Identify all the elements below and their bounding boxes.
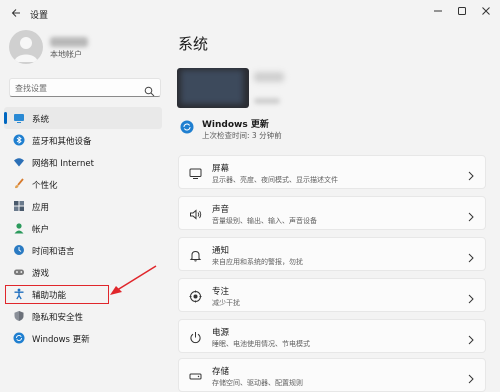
sidebar-item-privacy[interactable]: 隐私和安全性 xyxy=(4,305,162,327)
storage-icon xyxy=(188,369,202,383)
sidebar-item-label: 应用 xyxy=(32,203,50,213)
focus-icon xyxy=(188,289,202,303)
search-icon xyxy=(144,82,155,97)
card-title: 电源 xyxy=(212,328,230,338)
card-title: 存储 xyxy=(212,367,230,377)
update-icon xyxy=(13,332,25,344)
account-type: 本地帐户 xyxy=(50,50,82,59)
maximize-button[interactable] xyxy=(452,3,472,19)
sidebar-item-network[interactable]: 网络和 Internet xyxy=(4,151,162,173)
bluetooth-icon xyxy=(13,134,25,146)
sidebar-item-label: 个性化 xyxy=(32,181,58,191)
monitor-icon xyxy=(13,112,25,124)
minimize-button[interactable] xyxy=(428,3,448,19)
bell-icon xyxy=(188,248,202,262)
sidebar-item-label: 时间和语言 xyxy=(32,247,75,257)
sidebar-item-apps[interactable]: 应用 xyxy=(4,195,162,217)
settings-card-display[interactable]: 屏幕 显示器、亮度、夜间模式、显示描述文件 xyxy=(178,155,486,189)
sidebar-item-personalization[interactable]: 个性化 xyxy=(4,173,162,195)
apps-icon xyxy=(13,200,25,212)
sidebar-nav: 系统 蓝牙和其他设备 网络和 Internet 个性化 应用 帐户 时间和语言 … xyxy=(4,107,162,349)
chevron-right-icon xyxy=(467,290,475,304)
chevron-right-icon xyxy=(467,370,475,384)
avatar[interactable] xyxy=(9,30,43,64)
device-image-redacted xyxy=(177,68,249,108)
sidebar-item-accounts[interactable]: 帐户 xyxy=(4,217,162,239)
card-title: 通知 xyxy=(212,246,230,256)
wifi-icon xyxy=(13,156,25,168)
sidebar-item-bluetooth[interactable]: 蓝牙和其他设备 xyxy=(4,129,162,151)
person-icon xyxy=(13,222,25,234)
speaker-icon xyxy=(188,207,202,221)
card-subtitle: 减少干扰 xyxy=(212,299,240,307)
windows-update-title[interactable]: Windows 更新 xyxy=(202,117,269,130)
settings-card-notifications[interactable]: 通知 来自应用和系统的警报，勿扰 xyxy=(178,237,486,271)
back-arrow-icon[interactable] xyxy=(9,6,23,20)
sidebar-item-label: 网络和 Internet xyxy=(32,159,94,169)
power-icon xyxy=(188,330,202,344)
shield-icon xyxy=(13,310,25,322)
user-name-redacted xyxy=(50,37,88,47)
settings-card-power[interactable]: 电源 睡眠、电池使用情况、节电模式 xyxy=(178,319,486,353)
windows-update-subtitle: 上次检查时间: 3 分钟前 xyxy=(202,131,282,140)
sidebar-item-label: 蓝牙和其他设备 xyxy=(32,137,92,147)
settings-card-sound[interactable]: 声音 音量级别、输出、输入、声音设备 xyxy=(178,196,486,230)
card-subtitle: 音量级别、输出、输入、声音设备 xyxy=(212,217,317,225)
search-placeholder: 查找设置 xyxy=(15,84,47,93)
sidebar-item-label: 系统 xyxy=(32,115,50,125)
page-title: 系统 xyxy=(178,35,209,53)
card-title: 专注 xyxy=(212,287,230,297)
device-name-redacted xyxy=(254,72,284,82)
sidebar-item-system[interactable]: 系统 xyxy=(4,107,162,129)
title-bar: 设置 xyxy=(0,0,500,26)
card-subtitle: 睡眠、电池使用情况、节电模式 xyxy=(212,340,310,348)
card-subtitle: 来自应用和系统的警报，勿扰 xyxy=(212,258,303,266)
annotation-arrow-icon xyxy=(110,265,157,295)
chevron-right-icon xyxy=(467,249,475,263)
card-subtitle: 显示器、亮度、夜间模式、显示描述文件 xyxy=(212,176,338,184)
display-icon xyxy=(188,166,202,180)
chevron-right-icon xyxy=(467,331,475,345)
close-button[interactable] xyxy=(476,3,496,19)
settings-card-storage[interactable]: 存储 存储空间、驱动器、配置规则 xyxy=(178,358,486,392)
search-input[interactable]: 查找设置 xyxy=(9,78,161,97)
settings-card-focus[interactable]: 专注 减少干扰 xyxy=(178,278,486,312)
chevron-right-icon xyxy=(467,167,475,181)
sidebar-item-label: 游戏 xyxy=(32,269,50,279)
annotation-highlight-box xyxy=(5,285,109,304)
window-title: 设置 xyxy=(30,11,49,21)
sidebar-item-label: 帐户 xyxy=(32,225,50,235)
gamepad-icon xyxy=(13,266,25,278)
sidebar-item-windows-update[interactable]: Windows 更新 xyxy=(4,327,162,349)
card-title: 屏幕 xyxy=(212,164,230,174)
windows-update-icon[interactable] xyxy=(180,119,194,134)
sidebar-item-label: 隐私和安全性 xyxy=(32,313,84,323)
globe-clock-icon xyxy=(13,244,25,256)
device-rename-redacted xyxy=(254,98,280,104)
sidebar-item-label: Windows 更新 xyxy=(32,335,90,345)
sidebar-item-time-language[interactable]: 时间和语言 xyxy=(4,239,162,261)
card-title: 声音 xyxy=(212,205,230,215)
card-subtitle: 存储空间、驱动器、配置规则 xyxy=(212,379,303,387)
chevron-right-icon xyxy=(467,208,475,222)
brush-icon xyxy=(13,178,25,190)
